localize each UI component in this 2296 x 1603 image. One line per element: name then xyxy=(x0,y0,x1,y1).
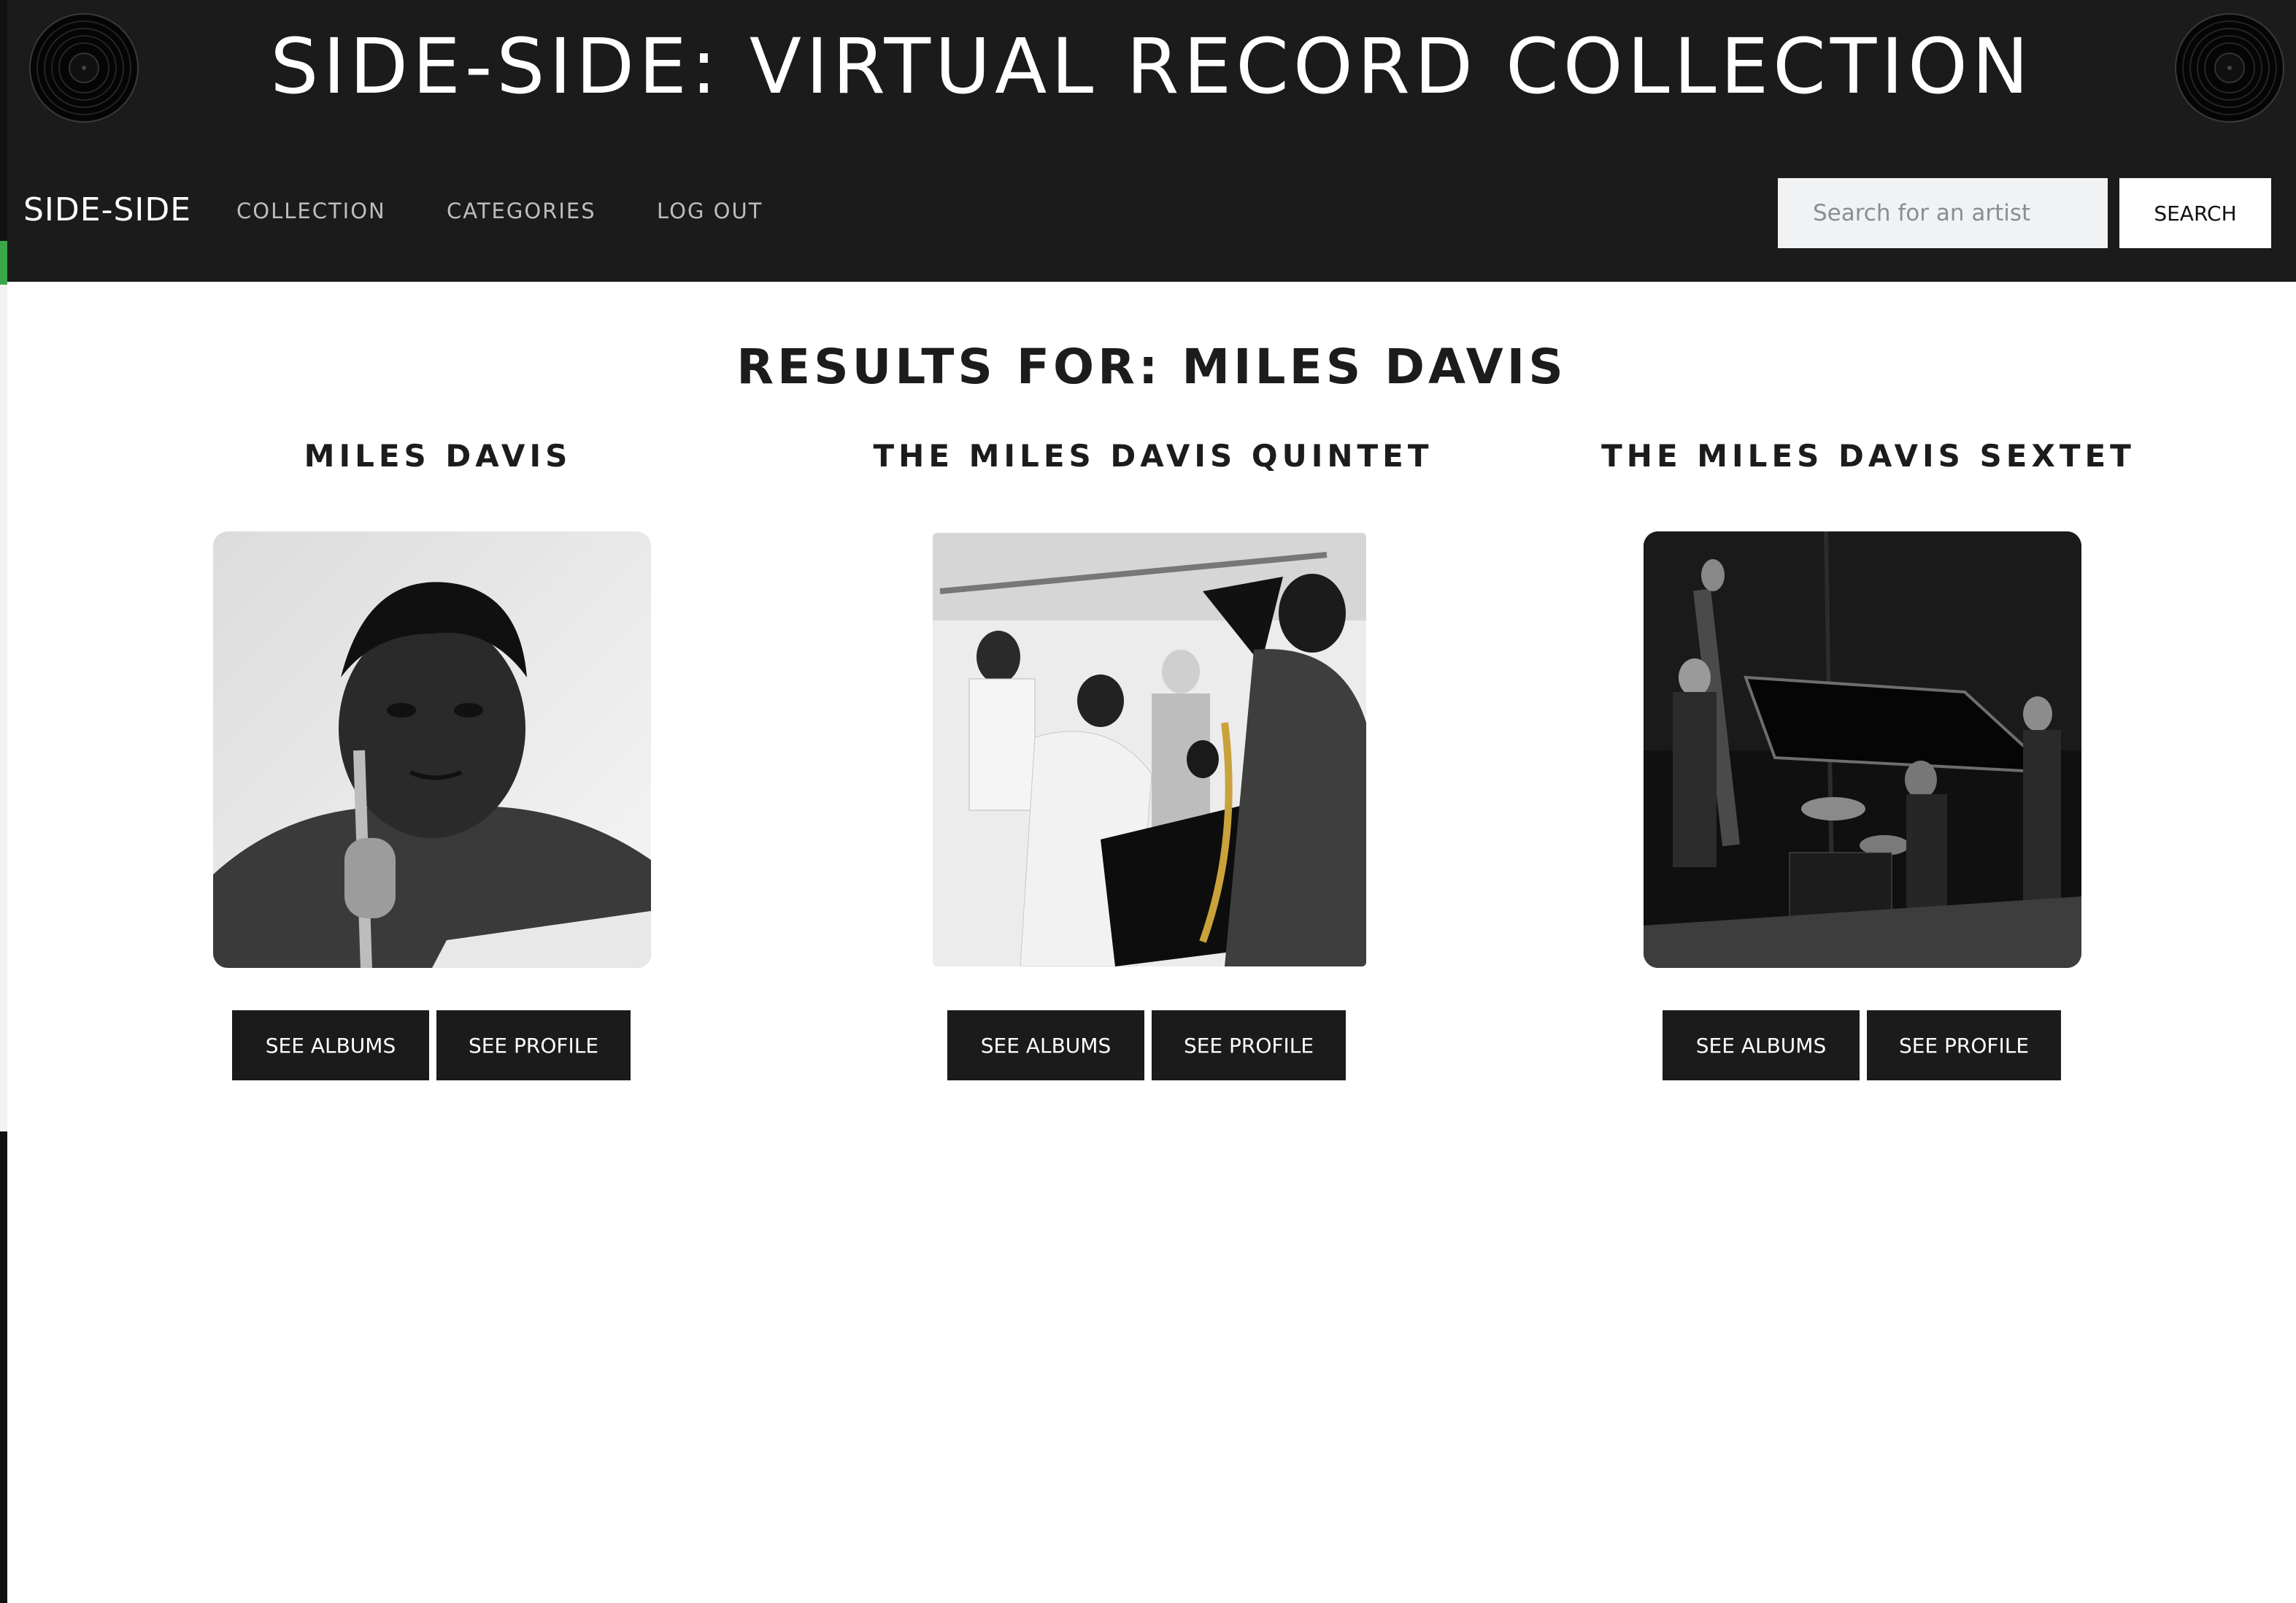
window-edge-accent xyxy=(0,241,7,285)
site-title: SIDE-SIDE: VIRTUAL RECORD COLLECTION xyxy=(270,22,2033,111)
artist-name: MILES DAVIS xyxy=(304,438,572,474)
see-profile-button[interactable]: SEE PROFILE xyxy=(436,1010,631,1080)
nav-item-collection[interactable]: COLLECTION xyxy=(236,199,386,223)
artist-card: THE MILES DAVIS QUINTET SEE ALBUMS SEE P… xyxy=(795,438,1511,1095)
vinyl-record-icon xyxy=(2175,13,2284,123)
nav-item-categories[interactable]: CATEGORIES xyxy=(447,199,596,223)
window-edge-panel xyxy=(0,285,7,1131)
artist-photo[interactable] xyxy=(213,531,651,968)
see-profile-button[interactable]: SEE PROFILE xyxy=(1867,1010,2061,1080)
search-button[interactable]: SEARCH xyxy=(2119,178,2271,248)
see-profile-button[interactable]: SEE PROFILE xyxy=(1152,1010,1346,1080)
artist-photo[interactable] xyxy=(1644,531,2081,968)
artist-card: THE MILES DAVIS SEXTET SEE ALBUMS SEE PR… xyxy=(1511,438,2226,1095)
artist-name: THE MILES DAVIS SEXTET xyxy=(1601,438,2135,474)
see-albums-button[interactable]: SEE ALBUMS xyxy=(947,1010,1144,1080)
window-edge xyxy=(0,0,7,1603)
results-title: RESULTS FOR: MILES DAVIS xyxy=(736,339,1567,396)
artist-photo[interactable] xyxy=(933,533,1366,966)
nav-item-logout[interactable]: LOG OUT xyxy=(657,199,763,223)
see-albums-button[interactable]: SEE ALBUMS xyxy=(232,1010,429,1080)
artist-search-input[interactable] xyxy=(1778,178,2108,248)
page: SIDE-SIDE: VIRTUAL RECORD COLLECTION SID… xyxy=(7,0,2296,1603)
site-header: SIDE-SIDE: VIRTUAL RECORD COLLECTION SID… xyxy=(7,0,2296,282)
artist-name: THE MILES DAVIS QUINTET xyxy=(873,438,1433,474)
see-albums-button[interactable]: SEE ALBUMS xyxy=(1663,1010,1860,1080)
brand-link[interactable]: SIDE-SIDE xyxy=(23,191,191,228)
artist-card: MILES DAVIS SEE ALBUMS SEE PROFILE xyxy=(80,438,795,1095)
